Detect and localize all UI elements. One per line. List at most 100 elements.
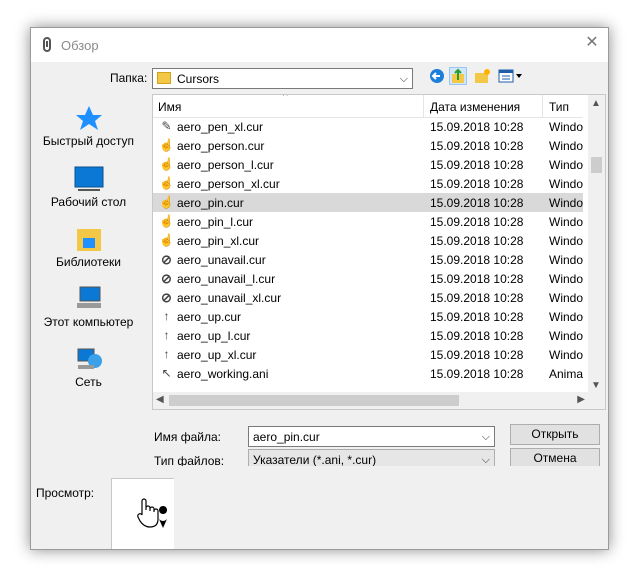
place-this-pc[interactable]: Этот компьютер	[32, 285, 145, 345]
file-row[interactable]: ↑ aero_up_xl.cur 15.09.2018 10:28 Windo	[153, 345, 584, 364]
column-date[interactable]: Дата изменения	[430, 100, 520, 114]
up-folder-icon	[452, 68, 464, 83]
places-bar: Быстрый доступ Рабочий стол Библиотеки Э…	[32, 96, 145, 466]
file-row[interactable]: ⊘ aero_unavail.cur 15.09.2018 10:28 Windo	[153, 250, 583, 269]
file-row[interactable]: ☝ aero_person_xl.cur 15.09.2018 10:28 Windo	[153, 174, 583, 193]
person-cursor-icon: ☝	[159, 138, 174, 152]
place-label: Быстрый доступ	[42, 134, 135, 148]
file-row[interactable]: ⊘ aero_unavail_xl.cur 15.09.2018 10:28 Wind…	[153, 288, 583, 307]
scroll-thumb[interactable]	[169, 395, 459, 406]
window-title: Обзор	[61, 38, 99, 53]
file-type: Anima	[549, 367, 584, 381]
unavailable-icon: ⊘	[161, 252, 172, 267]
file-date: 15.09.2018 10:28	[430, 215, 524, 229]
pin-cursor-icon: ☝	[159, 214, 174, 228]
file-date: 15.09.2018 10:28	[430, 329, 524, 343]
up-arrow-icon: ↑	[163, 328, 170, 342]
back-button[interactable]	[428, 67, 446, 85]
file-type: Windo	[549, 234, 584, 248]
back-arrow-icon	[430, 69, 444, 83]
computer-icon	[77, 286, 101, 308]
horizontal-scrollbar[interactable]: ◀ ▶	[153, 392, 605, 409]
file-type: Windo	[549, 215, 584, 229]
pin-cursor-icon	[137, 498, 168, 528]
file-row[interactable]: ☝ aero_person_l.cur 15.09.2018 10:28 Windo	[153, 155, 583, 174]
file-row[interactable]: ⊘ aero_unavail_l.cur 15.09.2018 10:28 Windo	[153, 269, 583, 288]
file-name: aero_pen_xl.cur	[177, 120, 264, 134]
column-type[interactable]: Тип	[549, 100, 569, 114]
view-menu-button[interactable]	[498, 67, 524, 85]
paperclip-icon	[43, 37, 51, 52]
file-list[interactable]: ^ Имя Дата изменения Тип ✎ aero_pen_xl.cu…	[152, 94, 606, 410]
place-quick-access[interactable]: Быстрый доступ	[32, 104, 145, 164]
file-date: 15.09.2018 10:28	[430, 310, 524, 324]
scroll-thumb[interactable]	[591, 157, 602, 173]
file-name: aero_unavail_l.cur	[177, 272, 276, 286]
place-desktop[interactable]: Рабочий стол	[32, 165, 145, 225]
star-icon	[76, 106, 102, 130]
scroll-down-icon[interactable]: ▼	[591, 380, 601, 391]
file-rows: ✎ aero_pen_xl.cur 15.09.2018 10:28 Windo ☝ ae…	[153, 117, 583, 383]
chevron-down-icon[interactable]: ⌵	[482, 427, 490, 447]
unavailable-icon: ⊘	[161, 271, 172, 286]
file-name: aero_working.ani	[177, 367, 269, 381]
unavailable-icon: ⊘	[161, 290, 172, 305]
new-folder-button[interactable]	[473, 67, 491, 85]
pin-cursor-icon: ☝	[159, 233, 174, 247]
file-name: aero_unavail.cur	[177, 253, 266, 267]
file-date: 15.09.2018 10:28	[430, 120, 524, 134]
file-row[interactable]: ↖ aero_working.ani 15.09.2018 10:28 Anima	[153, 364, 583, 383]
file-date: 15.09.2018 10:28	[430, 253, 524, 267]
title-bar: Обзор ✕	[31, 28, 608, 62]
place-network[interactable]: Сеть	[32, 345, 145, 405]
pin-cursor-icon: ☝	[159, 195, 174, 209]
file-row[interactable]: ☝ aero_pin_l.cur 15.09.2018 10:28 Windo	[153, 212, 583, 231]
folder-value: Cursors	[177, 72, 220, 86]
place-label: Этот компьютер	[43, 315, 134, 329]
file-type: Windo	[549, 310, 584, 324]
vertical-scrollbar[interactable]: ▲ ▼	[588, 95, 605, 393]
preview-area: Просмотр:	[31, 466, 608, 549]
scroll-up-icon[interactable]: ▲	[591, 98, 601, 109]
sort-ascending-icon: ^	[283, 94, 288, 102]
filename-value: aero_pin.cur	[253, 430, 320, 444]
file-type: Windo	[549, 177, 584, 191]
working-cursor-icon: ↖	[161, 366, 172, 380]
person-cursor-icon: ☝	[159, 157, 174, 171]
file-row[interactable]: ☝ aero_pin.cur 15.09.2018 10:28 Windo	[153, 193, 583, 212]
close-button[interactable]: ✕	[576, 28, 608, 58]
column-separator[interactable]	[423, 95, 424, 117]
scroll-right-icon[interactable]: ▶	[577, 394, 585, 405]
file-row[interactable]: ✎ aero_pen_xl.cur 15.09.2018 10:28 Windo	[153, 117, 583, 136]
file-type: Windo	[549, 158, 584, 172]
preview-label: Просмотр:	[36, 486, 95, 500]
file-row[interactable]: ↑ aero_up_l.cur 15.09.2018 10:28 Windo	[153, 326, 584, 345]
column-name[interactable]: Имя	[158, 100, 181, 114]
up-arrow-icon: ↑	[163, 347, 170, 361]
up-folder-button[interactable]	[449, 67, 467, 85]
file-type: Windo	[549, 329, 584, 343]
file-date: 15.09.2018 10:28	[430, 291, 524, 305]
file-name: aero_pin_l.cur	[177, 215, 254, 229]
file-name: aero_up_xl.cur	[177, 348, 257, 362]
place-libraries[interactable]: Библиотеки	[32, 225, 145, 285]
file-row[interactable]: ☝ aero_person.cur 15.09.2018 10:28 Windo	[153, 136, 583, 155]
file-date: 15.09.2018 10:28	[430, 139, 524, 153]
new-folder-icon	[475, 69, 490, 83]
scroll-left-icon[interactable]: ◀	[156, 394, 164, 405]
file-type: Windo	[549, 120, 584, 134]
open-button[interactable]: Открыть	[510, 424, 600, 445]
file-name: aero_up_l.cur	[177, 329, 251, 343]
file-name: aero_pin_xl.cur	[177, 234, 260, 248]
filename-input[interactable]: aero_pin.cur ⌵	[248, 426, 495, 447]
file-type: Windo	[549, 348, 584, 362]
column-separator[interactable]	[542, 95, 543, 117]
file-name: aero_up.cur	[177, 310, 242, 324]
file-date: 15.09.2018 10:28	[430, 196, 524, 210]
file-name: aero_person_l.cur	[177, 158, 274, 172]
file-row[interactable]: ☝ aero_pin_xl.cur 15.09.2018 10:28 Windo	[153, 231, 583, 250]
file-date: 15.09.2018 10:28	[430, 177, 524, 191]
file-name: aero_pin.cur	[177, 196, 244, 210]
folder-combo[interactable]: Cursors ⌵	[152, 68, 413, 89]
file-row[interactable]: ↑ aero_up.cur 15.09.2018 10:28 Windo	[153, 307, 584, 326]
